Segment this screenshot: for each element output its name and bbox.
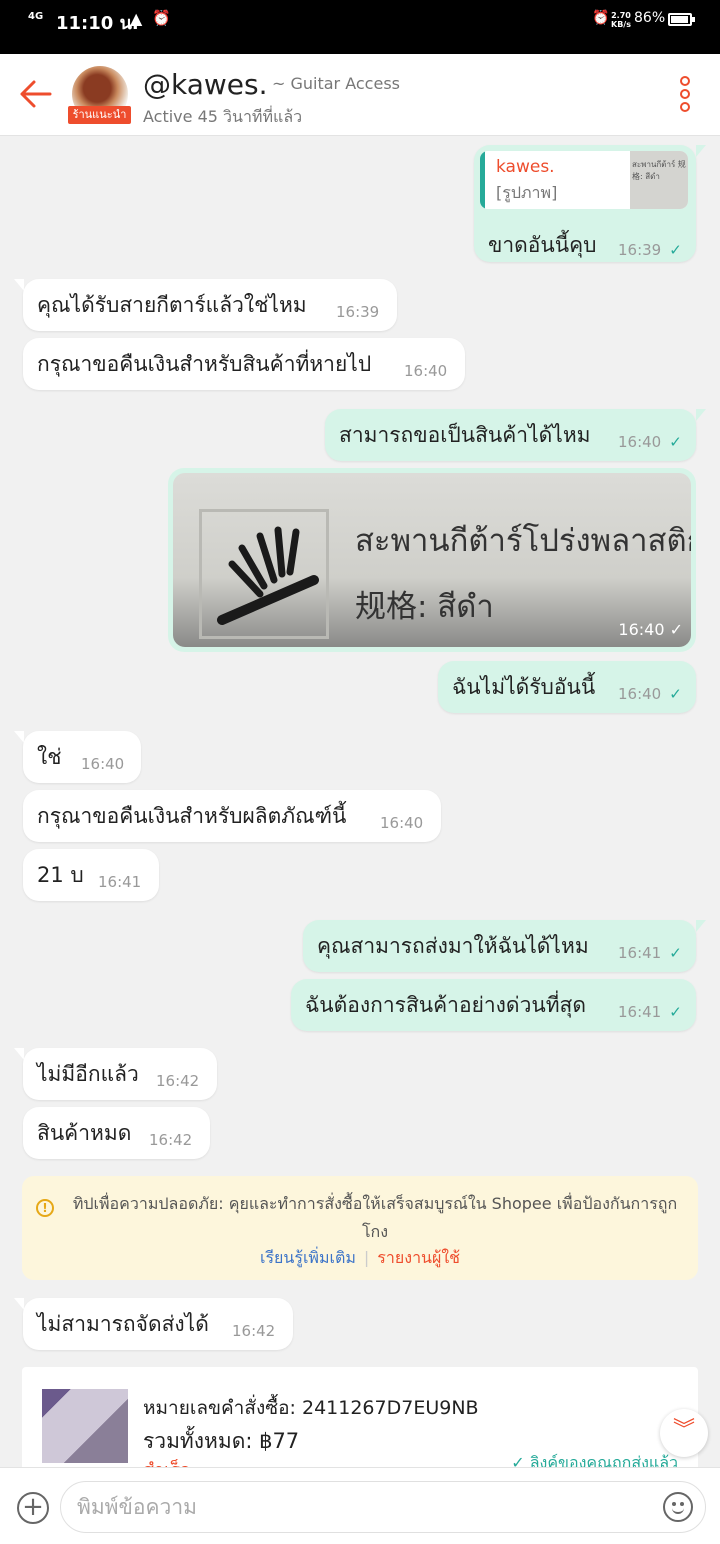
- order-card[interactable]: หมายเลขคำสั่งซื้อ: 2411267D7EU9NB รวมทั้…: [22, 1367, 698, 1467]
- quoted-message[interactable]: kawes. [รูปภาพ] สะพานกีต้าร์ 规格: สีดำ: [480, 151, 688, 209]
- message-text: คุณได้รับสายกีตาร์แล้วใช่ไหม: [37, 293, 307, 317]
- back-button[interactable]: [16, 74, 56, 114]
- message-text: ไม่มีอีกแล้ว: [37, 1062, 139, 1086]
- add-attachment-button[interactable]: +: [17, 1492, 49, 1524]
- battery-icon: [668, 13, 695, 26]
- learn-more-link[interactable]: เรียนรู้เพิ่มเติม: [260, 1248, 356, 1267]
- battery-percent: 86%: [634, 10, 666, 26]
- message-input-container: [60, 1481, 706, 1533]
- message-time: 16:40: [380, 814, 424, 832]
- check-icon: ✓: [511, 1453, 525, 1467]
- message-bubble-outgoing[interactable]: สามารถขอเป็นสินค้าได้ไหม 16:40 ✓: [325, 409, 696, 461]
- status-bar: 4G 11:10 น. ▲ ⏰ ⏰ 2.70 KB/s 86%: [0, 0, 720, 54]
- message-text: ใช่: [37, 745, 62, 769]
- message-bubble-incoming[interactable]: ใช่ 16:40: [23, 731, 141, 783]
- shop-subtitle: ~ Guitar Access: [272, 74, 400, 93]
- safety-tip-text: ทิปเพื่อความปลอดภัย: คุยและทำการสั่งซื้อ…: [72, 1194, 678, 1241]
- message-bubble-incoming[interactable]: กรุณาขอคืนเงินสำหรับสินค้าที่หายไป 16:40: [23, 338, 465, 390]
- warning-icon: ▲: [130, 9, 143, 28]
- active-status: Active 45 วินาทีที่แล้ว: [143, 107, 303, 126]
- emoji-button[interactable]: [663, 1492, 693, 1522]
- scroll-to-bottom-button[interactable]: ︾: [660, 1409, 708, 1457]
- message-bubble-incoming[interactable]: 21 บ 16:41: [23, 849, 159, 901]
- photo-caption-line1: สะพานกีต้าร์โปร่งพลาสติก: [355, 523, 691, 559]
- message-time: 16:39 ✓: [618, 241, 682, 259]
- message-text: กรุณาขอคืนเงินสำหรับสินค้าที่หายไป: [37, 352, 372, 376]
- double-chevron-down-icon: ︾: [672, 1418, 695, 1443]
- message-text: ฉันต้องการสินค้าอย่างด่วนที่สุด: [305, 993, 587, 1017]
- message-text: 21 บ: [37, 863, 84, 887]
- message-time: 16:39: [336, 303, 380, 321]
- network-indicator: 4G: [28, 11, 44, 22]
- message-text: ฉันไม่ได้รับอันนี้: [452, 675, 596, 699]
- shop-name[interactable]: @kawes.: [143, 68, 268, 101]
- message-time: 16:40: [404, 362, 448, 380]
- message-bubble-incoming[interactable]: ไม่สามารถจัดส่งได้ 16:42: [23, 1298, 293, 1350]
- message-time: 16:42: [156, 1072, 200, 1090]
- smiley-icon: [672, 1507, 684, 1514]
- order-total: รวมทั้งหมด: ฿77: [143, 1429, 300, 1453]
- message-time: 16:41: [98, 873, 142, 891]
- message-text: สินค้าหมด: [37, 1121, 132, 1145]
- message-text: คุณสามารถส่งมาให้ฉันได้ไหม: [317, 934, 589, 958]
- plus-icon: +: [22, 1492, 44, 1522]
- message-bubble-incoming[interactable]: คุณได้รับสายกีตาร์แล้วใช่ไหม 16:39: [23, 279, 397, 331]
- status-time: 11:10 น.: [56, 13, 139, 34]
- message-bubble-incoming[interactable]: ไม่มีอีกแล้ว 16:42: [23, 1048, 217, 1100]
- read-check-icon: ✓: [669, 944, 682, 962]
- order-number: หมายเลขคำสั่งซื้อ: 2411267D7EU9NB: [143, 1397, 479, 1419]
- message-bubble-outgoing[interactable]: kawes. [รูปภาพ] สะพานกีต้าร์ 规格: สีดำ ขา…: [474, 145, 696, 262]
- safety-tip-banner: ! ทิปเพื่อความปลอดภัย: คุยและทำการสั่งซื…: [22, 1176, 698, 1280]
- photo-caption-line2: 规格: สีดำ: [355, 589, 494, 625]
- product-photo[interactable]: สะพานกีต้าร์โปร่งพลาสติก 规格: สีดำ 16:40 …: [173, 473, 691, 647]
- image-message[interactable]: สะพานกีต้าร์โปร่งพลาสติก 规格: สีดำ 16:40 …: [168, 468, 696, 652]
- quoted-image-thumbnail: สะพานกีต้าร์ 规格: สีดำ: [630, 151, 688, 209]
- alarm-icon: ⏰: [152, 9, 171, 27]
- message-time: 16:42: [149, 1131, 193, 1149]
- order-status: สำเร็จ: [143, 1455, 190, 1467]
- read-check-icon: ✓: [669, 685, 682, 703]
- report-user-link[interactable]: รายงานผู้ใช้: [377, 1248, 460, 1267]
- message-time: 16:40 ✓: [618, 620, 683, 639]
- warning-circle-icon: !: [36, 1199, 54, 1217]
- message-time: 16:42: [232, 1322, 276, 1340]
- message-input-bar: +: [0, 1467, 720, 1544]
- alarm-icon-right: ⏰: [592, 10, 610, 26]
- read-check-icon: ✓: [669, 1003, 682, 1021]
- read-check-icon: ✓: [669, 241, 682, 259]
- message-text: กรุณาขอคืนเงินสำหรับผลิตภัณฑ์นี้: [37, 804, 347, 828]
- message-time: 16:40 ✓: [618, 685, 682, 703]
- chat-messages[interactable]: kawes. [รูปภาพ] สะพานกีต้าร์ 规格: สีดำ ขา…: [0, 137, 720, 1467]
- message-text: ไม่สามารถจัดส่งได้: [37, 1312, 209, 1336]
- recommended-shop-badge: ร้านแนะนำ: [68, 106, 131, 124]
- message-time: 16:40 ✓: [618, 433, 682, 451]
- message-time: 16:40: [81, 755, 125, 773]
- message-time: 16:41 ✓: [618, 1003, 682, 1021]
- arrow-left-icon: [20, 80, 52, 108]
- link-sent-label: ✓ ลิงค์ของคุณถูกส่งแล้ว: [511, 1451, 678, 1467]
- message-time: 16:41 ✓: [618, 944, 682, 962]
- message-input[interactable]: [77, 1491, 637, 1523]
- read-check-icon: ✓: [669, 620, 683, 639]
- order-product-thumbnail: [42, 1389, 128, 1463]
- quoted-text: [รูปภาพ]: [496, 183, 558, 202]
- quoted-sender: kawes.: [496, 157, 555, 177]
- network-speed: 2.70 KB/s: [611, 11, 631, 29]
- message-bubble-outgoing[interactable]: ฉันต้องการสินค้าอย่างด่วนที่สุด 16:41 ✓: [291, 979, 696, 1031]
- message-bubble-outgoing[interactable]: ฉันไม่ได้รับอันนี้ 16:40 ✓: [438, 661, 696, 713]
- message-text: สามารถขอเป็นสินค้าได้ไหม: [339, 423, 591, 447]
- read-check-icon: ✓: [669, 433, 682, 451]
- message-text: ขาดอันนี้คุบ: [488, 233, 597, 257]
- chat-header: ร้านแนะนำ @kawes. ~ Guitar Access Active…: [0, 54, 720, 136]
- guitar-bridge-pins-icon: [217, 526, 319, 625]
- message-bubble-incoming[interactable]: สินค้าหมด 16:42: [23, 1107, 210, 1159]
- message-bubble-incoming[interactable]: กรุณาขอคืนเงินสำหรับผลิตภัณฑ์นี้ 16:40: [23, 790, 441, 842]
- more-vertical-icon: [680, 76, 690, 86]
- message-bubble-outgoing[interactable]: คุณสามารถส่งมาให้ฉันได้ไหม 16:41 ✓: [303, 920, 696, 972]
- more-options-button[interactable]: [670, 76, 700, 116]
